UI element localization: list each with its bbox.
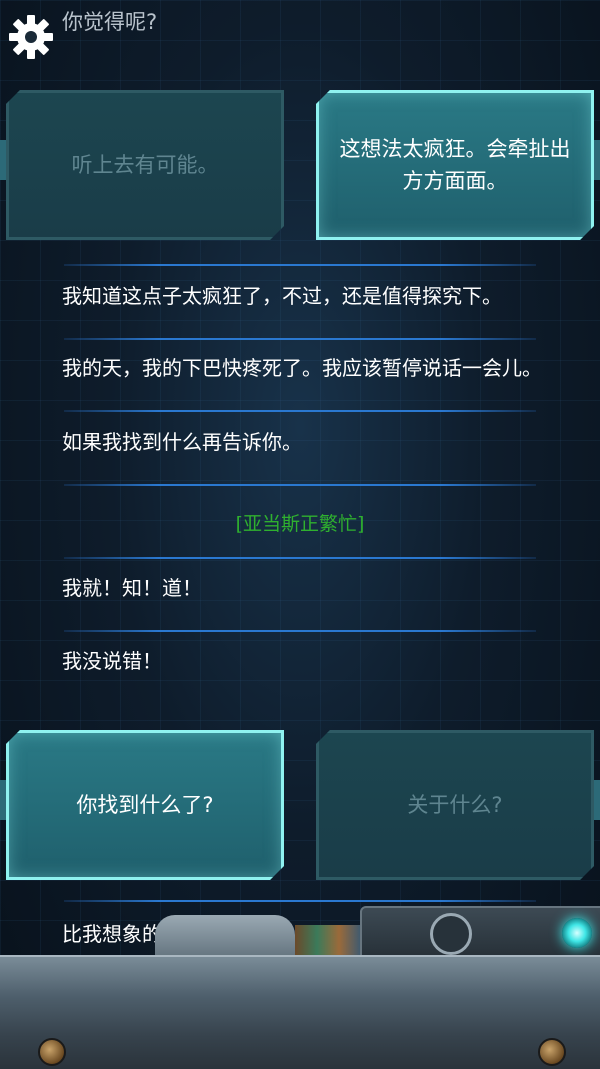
- choice-option-2[interactable]: 这想法太疯狂。会牵扯出方方面面。: [316, 90, 594, 240]
- choice-label: 你找到什么了?: [76, 793, 214, 817]
- previous-message: 你觉得呢?: [62, 10, 158, 34]
- frame-nub: [0, 780, 6, 820]
- choice-label: 这想法太疯狂。会牵扯出方方面面。: [339, 137, 571, 193]
- chat-message: 我知道这点子太疯狂了，不过，还是值得探究下。: [62, 284, 502, 308]
- bolt-icon: [538, 1038, 566, 1066]
- gear-icon[interactable]: [8, 14, 54, 60]
- separator: [64, 900, 536, 902]
- choice-label: 听上去有可能。: [71, 153, 219, 177]
- separator: [64, 264, 536, 266]
- separator: [64, 557, 536, 559]
- choice-option-4[interactable]: 关于什么?: [316, 730, 594, 880]
- chat-message: 如果我找到什么再告诉你。: [62, 430, 302, 454]
- separator: [64, 410, 536, 412]
- frame-nub: [594, 780, 600, 820]
- separator: [64, 338, 536, 340]
- chat-message: 我的天，我的下巴快疼死了。我应该暂停说话一会儿。: [62, 356, 542, 380]
- chat-message-partial: 比我想象的: [62, 922, 162, 946]
- separator: [64, 630, 536, 632]
- indicator-light-icon: [562, 918, 592, 948]
- choice-option-1[interactable]: 听上去有可能。: [6, 90, 284, 240]
- choice-label: 关于什么?: [407, 793, 503, 817]
- frame-nub: [0, 140, 6, 180]
- choice-option-3[interactable]: 你找到什么了?: [6, 730, 284, 880]
- console-wiring: [295, 925, 361, 955]
- separator: [64, 484, 536, 486]
- status-busy: [亚当斯正繁忙]: [235, 513, 365, 535]
- bolt-icon: [38, 1038, 66, 1066]
- device-console: [0, 955, 600, 1069]
- frame-nub: [594, 140, 600, 180]
- chat-message: 我就！知！道！: [62, 576, 202, 600]
- chat-message: 我没说错！: [62, 649, 162, 673]
- dial-icon: [430, 913, 472, 955]
